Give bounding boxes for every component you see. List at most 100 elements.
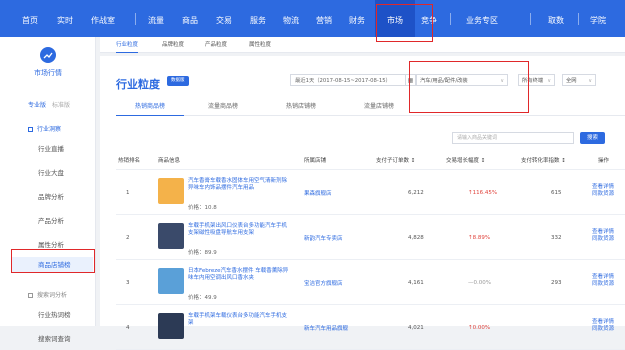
nav-war-room[interactable]: 作战室 <box>91 0 115 37</box>
product-price: 价格：10.8 <box>188 205 217 211</box>
table-row: 3 日本Febreze汽车香水摆件 车载香薰除异味车内用空调出风口香水夹 价格：… <box>116 260 625 305</box>
col-ops: 操作 <box>598 158 610 164</box>
top-nav: 首页 实时 作战室 流量 商品 交易 服务 物流 营销 财务 市场 竞争 业务专… <box>0 0 625 37</box>
highlight-box <box>376 4 433 42</box>
orders-cell: 6,212 <box>408 189 424 196</box>
product-thumbnail[interactable] <box>158 223 184 249</box>
sidebar-item-live[interactable]: 行业直播 <box>38 143 64 153</box>
sidebar-item-hot-words[interactable]: 行业热词榜 <box>38 309 71 319</box>
same-source-link[interactable]: 同款货源 <box>592 281 614 287</box>
tab-hot-products[interactable]: 热销商品榜 <box>116 96 184 116</box>
section-industry-insight[interactable]: 行业洞察 <box>28 124 61 133</box>
chevron-down-icon: ∨ <box>588 78 592 84</box>
highlight-box <box>409 61 529 113</box>
conversion-cell: 332 <box>551 234 562 241</box>
section-search-analysis[interactable]: 搜索词分析 <box>28 290 67 299</box>
sidebar: 市场行情 专业版 标准版 行业洞察 行业直播 行业大盘 品牌分析 产品分析 属性分… <box>0 37 96 343</box>
nav-marketing[interactable]: 营销 <box>316 0 332 37</box>
page-title: 行业粒度 <box>116 78 160 91</box>
section-label: 行业洞察 <box>37 126 62 133</box>
chart-circle-icon <box>40 47 56 63</box>
same-source-link[interactable]: 同款货源 <box>592 326 614 332</box>
mode-pro[interactable]: 专业版 <box>28 102 46 109</box>
sidebar-item-brand[interactable]: 品牌分析 <box>38 191 64 201</box>
shop-link[interactable]: 宝洁官方旗舰店 <box>304 260 343 305</box>
nav-logistics[interactable]: 物流 <box>283 0 299 37</box>
nav-separator <box>530 13 531 25</box>
nav-business-zone[interactable]: 业务专区 <box>466 0 498 37</box>
sidebar-item-product[interactable]: 产品分析 <box>38 215 64 225</box>
nav-traffic[interactable]: 流量 <box>148 0 164 37</box>
nav-data-fetch[interactable]: 取数 <box>548 0 564 37</box>
same-source-link[interactable]: 同款货源 <box>592 191 614 197</box>
row-actions: 查看详情 同款货源 <box>592 274 614 288</box>
mode-standard[interactable]: 标准版 <box>52 102 70 109</box>
col-conversion[interactable]: 支付转化率指数 ↕ <box>521 152 566 170</box>
granularity-tabs: 行业粒度 品牌粒度 产品粒度 属性粒度 <box>100 37 625 53</box>
nav-transactions[interactable]: 交易 <box>216 0 232 37</box>
tab-traffic-products[interactable]: 流量商品榜 <box>184 96 262 116</box>
rank-cell: 2 <box>126 234 130 241</box>
sidebar-item-search-query[interactable]: 搜索词查询 <box>38 333 71 343</box>
col-rank: 热销排名 <box>118 158 141 164</box>
product-thumbnail[interactable] <box>158 313 184 339</box>
product-name-link[interactable]: 车载手机架车载仪表台多功能汽车手机支架 <box>188 313 292 327</box>
view-detail-link[interactable]: 查看详情 <box>592 319 614 325</box>
rank-cell: 3 <box>126 279 130 286</box>
folder-icon <box>28 127 33 132</box>
sidebar-item-attribute[interactable]: 属性分析 <box>38 239 64 249</box>
product-name-link[interactable]: 车载手机架出风口仪表台多功能汽车手机支架磁性吸盘导航车用支架 <box>188 223 292 237</box>
col-product: 商品信息 <box>158 158 181 164</box>
rank-tabs: 热销商品榜 流量商品榜 热销店铺榜 流量店铺榜 <box>116 96 625 116</box>
search-input[interactable]: 请输入商品关键词 <box>452 132 574 144</box>
row-actions: 查看详情 同款货源 <box>592 229 614 243</box>
highlight-box <box>11 249 95 273</box>
growth-cell: —0.00% <box>468 279 491 286</box>
table-header: 热销排名 商品信息 所属店铺 支付子订单数 ↕ 交易增长幅度 ↕ 支付转化率指数… <box>116 152 625 170</box>
shop-link[interactable]: 新韵汽车专卖店 <box>304 215 343 260</box>
growth-cell: ↑0.00% <box>468 324 491 331</box>
product-name-link[interactable]: 汽车香膏车载香水固体车用空气清新剂除异味车内饰品摆件汽车用品 <box>188 178 292 192</box>
view-detail-link[interactable]: 查看详情 <box>592 229 614 235</box>
col-growth[interactable]: 交易增长幅度 ↕ <box>446 152 485 170</box>
product-name-link[interactable]: 日本Febreze汽车香水摆件 车载香薰除异味车内用空调出风口香水夹 <box>188 268 292 282</box>
tab-brand[interactable]: 品牌粒度 <box>162 37 184 53</box>
product-thumbnail[interactable] <box>158 178 184 204</box>
table-row: 2 车载手机架出风口仪表台多功能汽车手机支架磁性吸盘导航车用支架 价格：89.9… <box>116 215 625 260</box>
view-detail-link[interactable]: 查看详情 <box>592 184 614 190</box>
col-orders[interactable]: 支付子订单数 ↕ <box>376 152 415 170</box>
view-detail-link[interactable]: 查看详情 <box>592 274 614 280</box>
tab-product[interactable]: 产品粒度 <box>205 37 227 53</box>
tab-industry[interactable]: 行业粒度 <box>116 37 139 53</box>
sidebar-item-overview[interactable]: 行业大盘 <box>38 167 64 177</box>
conversion-cell: 293 <box>551 279 562 286</box>
shop-link[interactable]: 新车汽车用品旗舰 <box>304 305 348 350</box>
region-select[interactable]: 全网 ∨ <box>562 74 596 86</box>
tab-traffic-shops[interactable]: 流量店铺榜 <box>340 96 418 116</box>
same-source-link[interactable]: 同款货源 <box>592 236 614 242</box>
nav-realtime[interactable]: 实时 <box>57 0 73 37</box>
date-range-select[interactable]: 最近1天（2017-08-15~2017-08-15） <box>290 74 406 86</box>
nav-separator <box>578 13 579 25</box>
nav-home[interactable]: 首页 <box>22 0 38 37</box>
section-label: 搜索词分析 <box>37 292 68 299</box>
version-badge: 数据版 <box>167 76 189 86</box>
shop-link[interactable]: 果森旗舰店 <box>304 170 332 215</box>
nav-academy[interactable]: 学院 <box>590 0 606 37</box>
nav-products[interactable]: 商品 <box>182 0 198 37</box>
rank-cell: 1 <box>126 189 130 196</box>
growth-cell: ↑116.45% <box>468 189 498 196</box>
nav-separator <box>135 13 136 25</box>
table-row: 1 汽车香膏车载香水固体车用空气清新剂除异味车内饰品摆件汽车用品 价格：10.8… <box>116 170 625 215</box>
nav-service[interactable]: 服务 <box>250 0 266 37</box>
mode-switch: 专业版 标准版 <box>28 100 70 109</box>
tab-attribute[interactable]: 属性粒度 <box>249 37 271 53</box>
nav-separator <box>450 13 451 25</box>
search-button[interactable]: 搜索 <box>580 132 605 144</box>
product-thumbnail[interactable] <box>158 268 184 294</box>
chevron-down-icon: ∨ <box>547 78 551 84</box>
main-panel: 行业粒度 数据版 最近1天（2017-08-15~2017-08-15） ▦ 汽… <box>100 56 625 350</box>
sidebar-title: 市场行情 <box>34 69 62 77</box>
nav-finance[interactable]: 财务 <box>349 0 365 37</box>
tab-hot-shops[interactable]: 热销店铺榜 <box>262 96 340 116</box>
